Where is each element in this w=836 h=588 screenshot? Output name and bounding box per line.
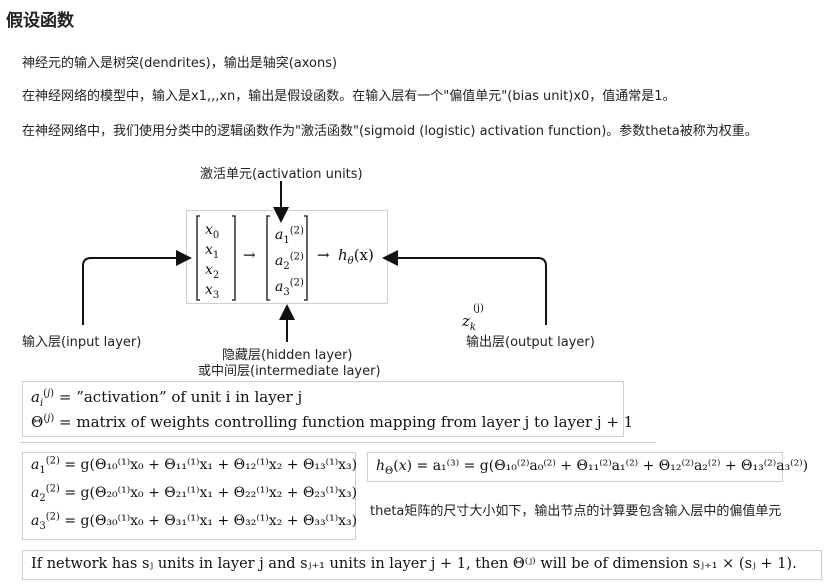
equation-a3: a3(2) = g(Θ₃₀⁽¹⁾x₀ + Θ₃₁⁽¹⁾x₁ + Θ₃₂⁽¹⁾x₂… — [31, 511, 358, 532]
definitions-box: ai(j) = ”activation” of unit i in layer … — [22, 381, 633, 437]
definition-activation: ai(j) = ”activation” of unit i in layer … — [31, 388, 303, 409]
equation-h: hΘ(x) = a₁⁽³⁾ = g(Θ₁₀⁽²⁾a₀⁽²⁾ + Θ₁₁⁽²⁾a₁… — [376, 458, 809, 477]
output-equation-box: hΘ(x) = a₁⁽³⁾ = g(Θ₁₀⁽²⁾a₀⁽²⁾ + Θ₁₁⁽²⁾a₁… — [367, 452, 808, 482]
dimension-statement: If network has sⱼ units in layer j and s… — [31, 556, 797, 572]
hidden-equations-box: a1(2) = g(Θ₁₀⁽¹⁾x₀ + Θ₁₁⁽¹⁾x₁ + Θ₁₂⁽¹⁾x₂… — [22, 452, 358, 540]
output-arrow — [382, 250, 547, 325]
equation-a2: a2(2) = g(Θ₂₀⁽¹⁾x₀ + Θ₂₁⁽¹⁾x₁ + Θ₂₂⁽¹⁾x₂… — [31, 483, 358, 504]
input-arrow — [82, 250, 192, 325]
dimension-box: If network has sⱼ units in layer j and s… — [22, 550, 822, 580]
divider — [20, 442, 656, 443]
definition-theta: Θ(j) = matrix of weights controlling fun… — [31, 413, 634, 431]
equation-a1: a1(2) = g(Θ₁₀⁽¹⁾x₀ + Θ₁₁⁽¹⁾x₁ + Θ₁₂⁽¹⁾x₂… — [31, 455, 358, 476]
theta-dimension-note: theta矩阵的尺寸大小如下，输出节点的计算要包含输入层中的偏值单元 — [370, 504, 782, 519]
